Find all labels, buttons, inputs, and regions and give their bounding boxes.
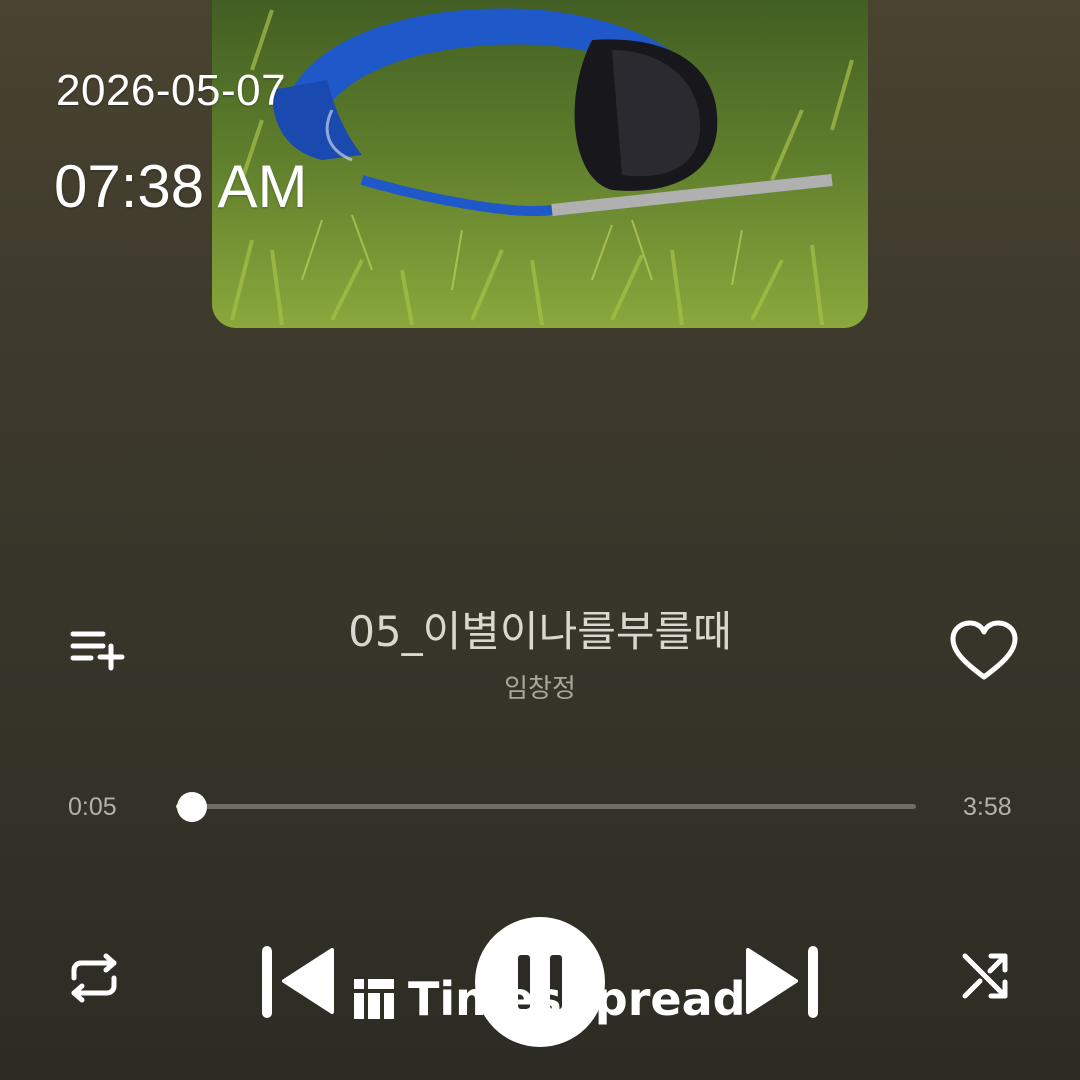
watermark-logo-icon <box>354 979 394 1019</box>
shuffle-button[interactable] <box>955 946 1015 1006</box>
repeat-icon <box>71 953 117 1003</box>
skip-next-icon <box>746 946 818 1018</box>
overlay-time: 07:38 AM <box>54 153 308 220</box>
track-title: 05_이별이나를부를때 <box>348 607 732 656</box>
progress-track[interactable] <box>176 804 916 809</box>
watermark-text: TimesSpread <box>408 972 746 1026</box>
overlay-date: 2026-05-07 <box>56 66 287 115</box>
next-button[interactable] <box>740 940 826 1022</box>
favorite-button[interactable] <box>946 616 1022 686</box>
total-duration: 3:58 <box>963 793 1012 821</box>
shuffle-icon <box>962 953 1008 999</box>
album-art <box>212 0 868 328</box>
previous-button[interactable] <box>254 940 340 1022</box>
progress-thumb[interactable] <box>176 792 207 822</box>
elapsed-time: 0:05 <box>68 793 117 821</box>
skip-previous-icon <box>262 946 334 1018</box>
track-artist: 임창정 <box>504 674 576 704</box>
repeat-button[interactable] <box>64 948 124 1008</box>
heart-outline-icon <box>950 620 1018 680</box>
watermark: TimesSpread <box>354 972 746 1026</box>
